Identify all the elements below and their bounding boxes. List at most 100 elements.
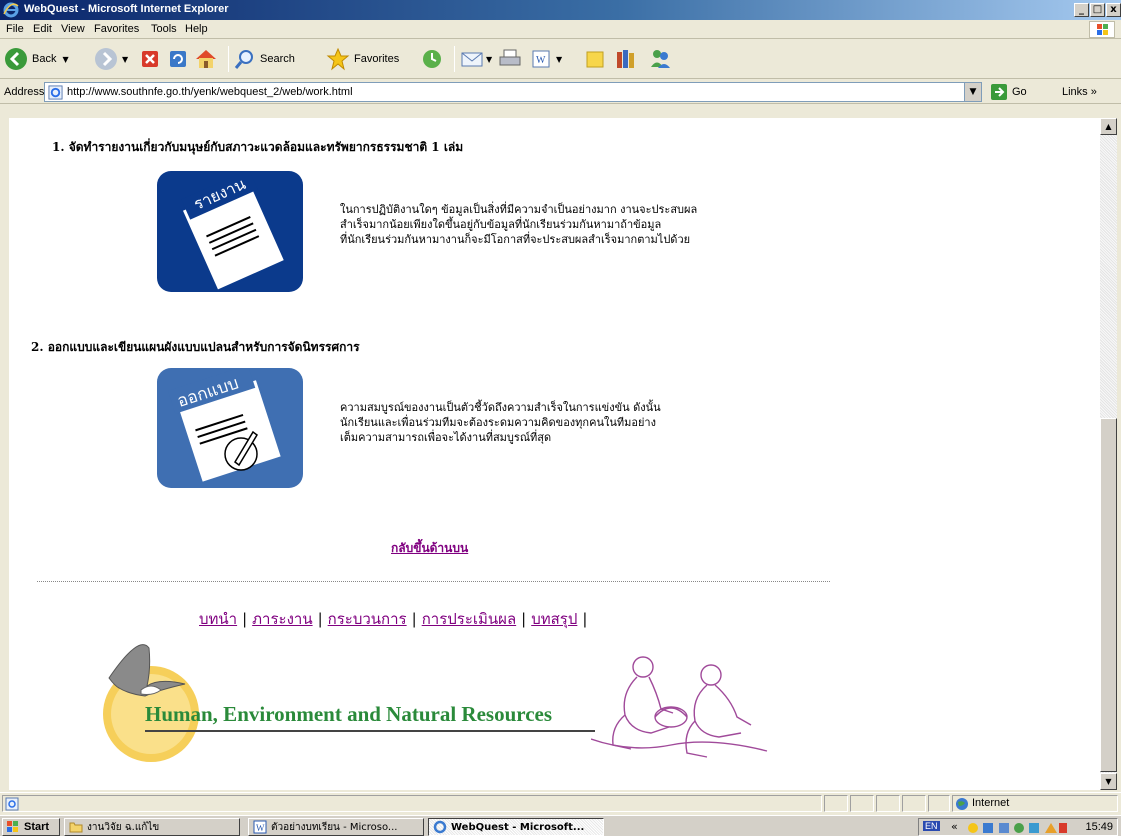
close-button[interactable]: x [1106, 3, 1121, 17]
taskbar-word-button[interactable]: W ตัวอย่างบทเรียน - Microso... [248, 818, 424, 836]
report-icon: รายงาน [157, 171, 303, 292]
sun-bird-logo [103, 644, 199, 762]
task-1-line-2: สำเร็จมากน้อยเพียงใดขึ้นอยู่กับข้อมูลที่… [340, 218, 662, 231]
back-to-top-link[interactable]: กลับขึ้นด้านบน [391, 539, 468, 558]
taskbar-folder-label: งานวิจัย ฉ.แก้ไข [87, 821, 160, 833]
go-label: Go [1012, 86, 1027, 98]
banner-title: Human, Environment and Natural Resources [145, 702, 553, 726]
links-button[interactable]: Links » [1062, 86, 1097, 98]
forward-arrow-icon [95, 48, 117, 70]
title-bar: WebQuest - Microsoft Internet Explorer _… [0, 0, 1121, 20]
star-icon [326, 47, 350, 71]
windows-logo-icon [7, 821, 18, 832]
research-button[interactable] [614, 44, 638, 74]
start-button[interactable]: Start [2, 818, 60, 836]
address-input[interactable]: http://www.southnfe.go.th/yenk/webquest_… [44, 82, 982, 102]
ie-logo-icon [3, 2, 19, 18]
menu-tools[interactable]: Tools [151, 23, 177, 35]
security-zone-label: Internet [972, 797, 1010, 809]
tray-expand-icon[interactable]: « [951, 820, 958, 833]
messenger-button[interactable] [648, 44, 672, 74]
page-navigation: บทนำ | ภาระงาน | กระบวนการ | การประเมินผล | บทสร… [199, 610, 588, 628]
word-doc-icon: W [253, 820, 267, 834]
taskbar-ie-label: WebQuest - Microsoft... [451, 821, 585, 833]
task-1-line-1: ในการปฏิบัติงานใดๆ ข้อมูลเป็นสิ่งที่มีคว… [340, 203, 698, 216]
menu-file[interactable]: File [6, 23, 24, 35]
globe-icon [956, 798, 968, 810]
address-label: Address [4, 86, 45, 98]
maximize-button[interactable]: □ [1090, 3, 1105, 17]
refresh-button[interactable] [168, 44, 188, 74]
scroll-down-button[interactable]: ▼ [1100, 773, 1117, 790]
scroll-thumb[interactable] [1100, 418, 1117, 772]
print-button[interactable] [498, 44, 522, 74]
task-1-description: ในการปฏิบัติงานใดๆ ข้อมูลเป็นสิ่งที่มีคว… [340, 202, 697, 247]
language-indicator[interactable]: EN [923, 821, 940, 831]
window-title: WebQuest - Microsoft Internet Explorer [24, 3, 229, 15]
status-panel [850, 795, 874, 812]
ie-icon [433, 820, 447, 834]
task-2-line-1: ความสมบูรณ์ของงานเป็นตัวชี้วัดถึงความสำเ… [340, 401, 661, 414]
task-1-heading: 1. จัดทำรายงานเกี่ยวกับมนุษย์กับสภาวะแวด… [52, 140, 464, 154]
status-bar: Internet [0, 792, 1121, 813]
status-text-panel [2, 795, 822, 812]
nav-evaluation-link[interactable]: การประเมินผล [422, 610, 516, 628]
books-icon [617, 50, 634, 68]
history-icon [423, 50, 441, 68]
web-page: 1. จัดทำรายงานเกี่ยวกับมนุษย์กับสภาวะแวด… [9, 118, 1100, 790]
svg-text:W: W [536, 55, 546, 66]
status-panel [902, 795, 926, 812]
standard-toolbar: Back ▼ ▼ Search Favorites ▼ W ▼ [0, 40, 1121, 79]
svg-text:W: W [256, 823, 265, 833]
refresh-icon [170, 51, 186, 67]
mail-icon [461, 52, 483, 67]
taskbar-folder-button[interactable]: งานวิจัย ฉ.แก้ไข [64, 818, 240, 836]
address-dropdown-button[interactable]: ▼ [964, 83, 981, 101]
discuss-button[interactable] [584, 44, 606, 74]
favorites-button[interactable]: Favorites [326, 44, 399, 74]
clock: 15:49 [1085, 821, 1113, 833]
menu-help[interactable]: Help [185, 23, 208, 35]
nav-process-link[interactable]: กระบวนการ [328, 610, 407, 628]
design-icon: ออกแบบ [157, 368, 303, 488]
taskbar: Start งานวิจัย ฉ.แก้ไข W ตัวอย่างบทเรียน… [0, 815, 1121, 836]
menu-edit[interactable]: Edit [33, 23, 52, 35]
messenger-icon [651, 50, 670, 68]
divider [37, 581, 830, 582]
stop-icon [142, 51, 158, 67]
address-bar: Address http://www.southnfe.go.th/yenk/w… [0, 80, 1121, 104]
scroll-up-button[interactable]: ▲ [1100, 118, 1117, 135]
status-panel [876, 795, 900, 812]
forward-button[interactable]: ▼ [94, 44, 128, 74]
start-label: Start [24, 821, 50, 833]
go-arrow-icon [991, 84, 1007, 100]
page-status-icon [5, 797, 19, 811]
nav-task-link[interactable]: ภาระงาน [252, 610, 312, 628]
search-button[interactable]: Search [234, 44, 295, 74]
taskbar-ie-button[interactable]: WebQuest - Microsoft... [428, 818, 604, 836]
home-icon [196, 50, 216, 68]
windows-flag-icon [1089, 21, 1115, 38]
stop-button[interactable] [140, 44, 160, 74]
minimize-button[interactable]: _ [1074, 3, 1089, 17]
edit-button[interactable]: W ▼ [530, 44, 562, 74]
browser-window: WebQuest - Microsoft Internet Explorer _… [0, 0, 1121, 836]
search-icon [234, 50, 253, 69]
menu-favorites[interactable]: Favorites [94, 23, 139, 35]
nav-introduction-link[interactable]: บทนำ [199, 610, 237, 628]
favorites-label: Favorites [354, 53, 400, 65]
vertical-scrollbar[interactable]: ▲ ▼ [1100, 118, 1117, 790]
history-button[interactable] [420, 44, 444, 74]
menu-view[interactable]: View [61, 23, 85, 35]
nav-conclusion-link[interactable]: บทสรุป [531, 610, 577, 628]
back-button[interactable]: Back ▼ [4, 44, 69, 74]
task-2-line-2: นักเรียนและเพื่อนร่วมทีมจะต้องระดมความคิ… [340, 416, 656, 429]
task-1-line-3: ที่นักเรียนร่วมกันหามางานก็จะมีโอกาสที่จ… [340, 233, 691, 246]
note-icon [586, 51, 604, 68]
mail-button[interactable]: ▼ [460, 44, 492, 74]
address-url: http://www.southnfe.go.th/yenk/webquest_… [67, 86, 353, 98]
home-button[interactable] [194, 44, 218, 74]
menu-bar: File Edit View Favorites Tools Help [0, 20, 1121, 39]
go-button[interactable]: Go [990, 83, 1027, 101]
back-label: Back [32, 53, 57, 65]
